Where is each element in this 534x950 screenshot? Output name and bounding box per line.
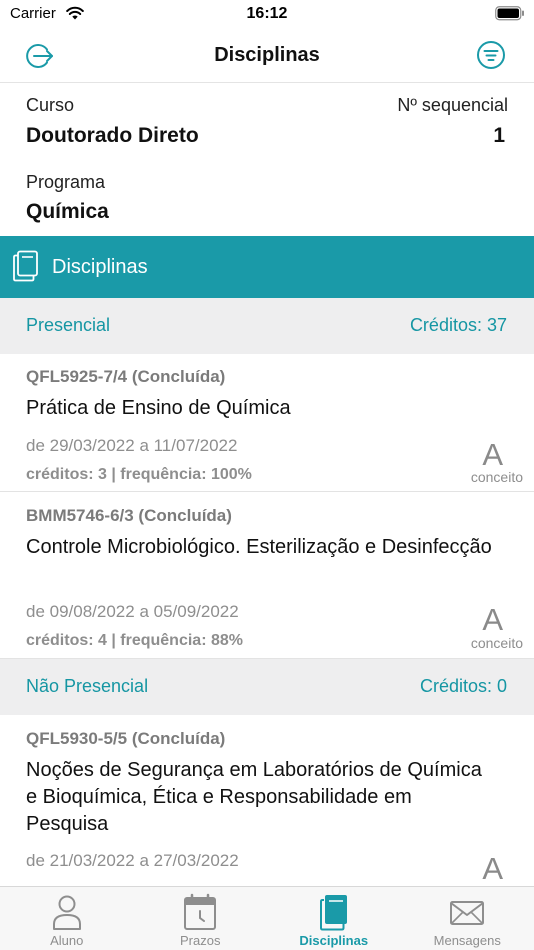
course-dates: de 09/08/2022 a 05/09/2022	[26, 602, 239, 621]
section-header-disciplinas: Disciplinas	[0, 236, 534, 298]
tab-label: Mensagens	[433, 933, 501, 948]
tab-prazos[interactable]: Prazos	[134, 887, 268, 950]
course-item[interactable]: BMM5746-6/3 (Concluída) Controle Microbi…	[0, 492, 534, 659]
book-icon	[317, 893, 351, 936]
group-header-nao-presencial: Não Presencial Créditos: 0	[0, 659, 534, 715]
status-time: 16:12	[246, 5, 288, 22]
group-title: Não Presencial	[26, 676, 149, 696]
calendar-icon	[183, 893, 217, 936]
curso-label: Curso	[26, 95, 75, 115]
sequencial-value: 1	[493, 124, 505, 147]
grade-caption: conceito	[470, 635, 523, 651]
programa-label: Programa	[26, 172, 106, 192]
tab-label: Aluno	[50, 933, 84, 948]
grade-letter: A	[482, 437, 503, 472]
course-dates: de 29/03/2022 a 11/07/2022	[26, 436, 238, 455]
group-title: Presencial	[26, 315, 111, 335]
battery-icon	[495, 6, 525, 26]
course-code: QFL5925-7/4 (Concluída)	[26, 367, 226, 386]
grade-letter: A	[482, 602, 503, 637]
tab-aluno[interactable]: Aluno	[0, 887, 134, 950]
course-stats: créditos: 3 | frequência: 100%	[26, 466, 252, 483]
tab-disciplinas[interactable]: Disciplinas	[267, 887, 401, 950]
tab-label: Disciplinas	[299, 933, 369, 948]
course-code: QFL5930-5/5 (Concluída)	[26, 729, 226, 748]
navigation-bar: Disciplinas	[0, 28, 534, 83]
course-name: Prática de Ensino de Química	[26, 397, 291, 419]
page-title: Disciplinas	[214, 44, 320, 66]
grade-letter: A	[482, 851, 503, 886]
course-code: BMM5746-6/3 (Concluída)	[26, 506, 232, 525]
course-stats: créditos: 4 | frequência: 88%	[26, 632, 243, 649]
tab-label: Prazos	[180, 933, 221, 948]
tab-mensagens[interactable]: Mensagens	[401, 887, 534, 950]
grade-caption: conceito	[470, 469, 523, 485]
curso-value: Doutorado Direto	[26, 124, 199, 147]
section-header-title: Disciplinas	[52, 256, 148, 278]
group-credits: Créditos: 0	[419, 676, 507, 696]
group-header-presencial: Presencial Créditos: 37	[0, 298, 534, 354]
book-outline-icon	[12, 250, 40, 287]
course-item[interactable]: QFL5930-5/5 (Concluída) Noções de Segura…	[0, 715, 534, 915]
course-name: Controle Microbiológico. Esterilização e…	[26, 536, 492, 558]
filter-icon[interactable]	[476, 40, 506, 75]
person-icon	[50, 893, 84, 936]
course-item[interactable]: QFL5925-7/4 (Concluída) Prática de Ensin…	[0, 354, 534, 492]
programa-value: Química	[26, 200, 109, 223]
status-bar: Carrier 16:12	[0, 0, 534, 28]
course-dates: de 21/03/2022 a 27/03/2022	[26, 851, 239, 870]
group-credits: Créditos: 37	[409, 315, 507, 335]
envelope-icon	[449, 893, 485, 936]
course-name: Noções de Segurança em Laboratórios de Q…	[26, 759, 482, 835]
tab-bar: Aluno Prazos Disciplinas Mensagens	[0, 886, 534, 950]
sequencial-label: Nº sequencial	[397, 95, 508, 115]
